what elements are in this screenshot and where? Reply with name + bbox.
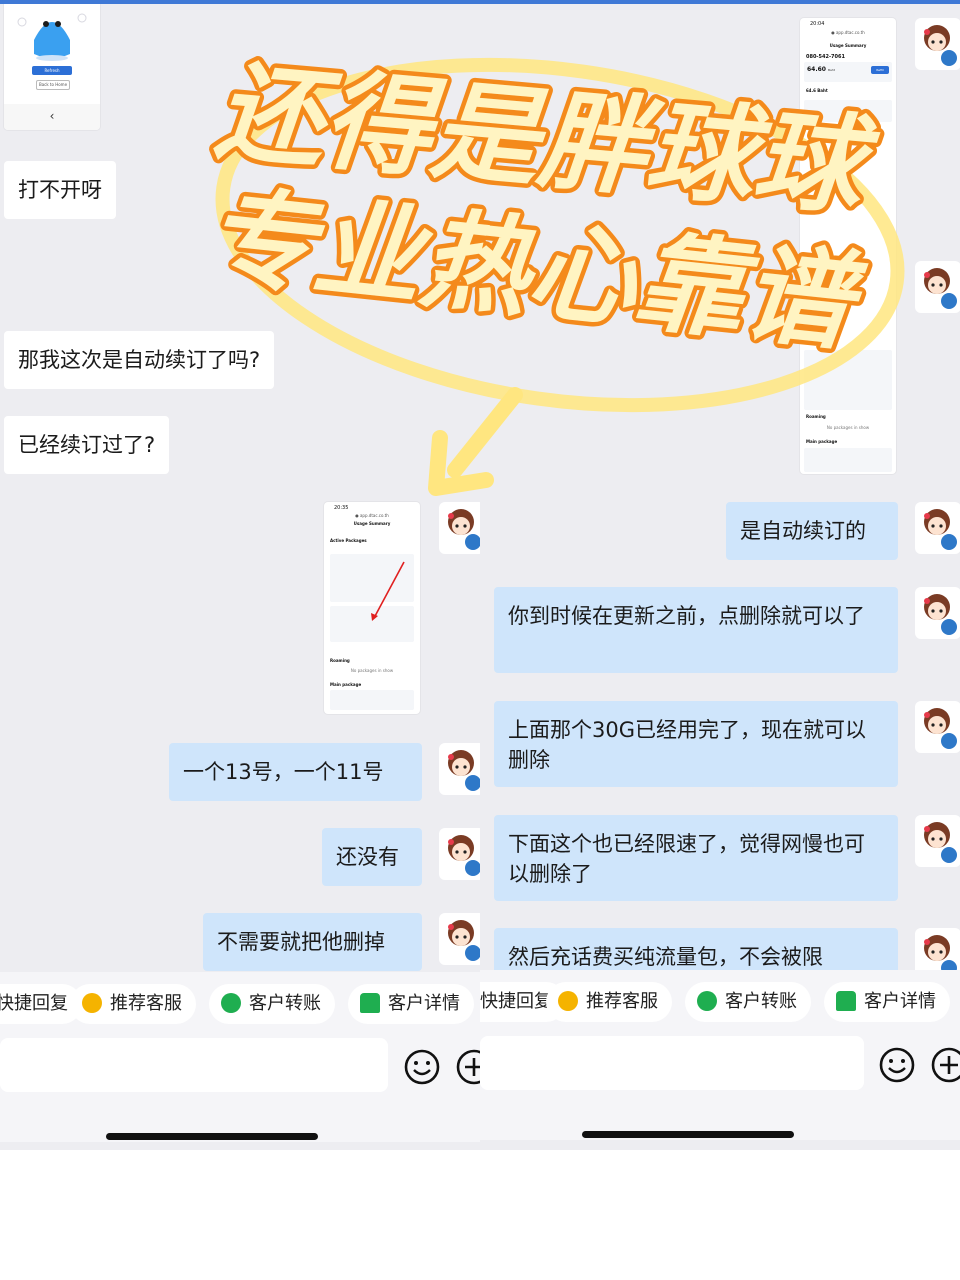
down-arrow-icon xyxy=(447,387,523,478)
promo-overlay: 还得是胖球球 专业热心靠谱 xyxy=(196,45,905,496)
